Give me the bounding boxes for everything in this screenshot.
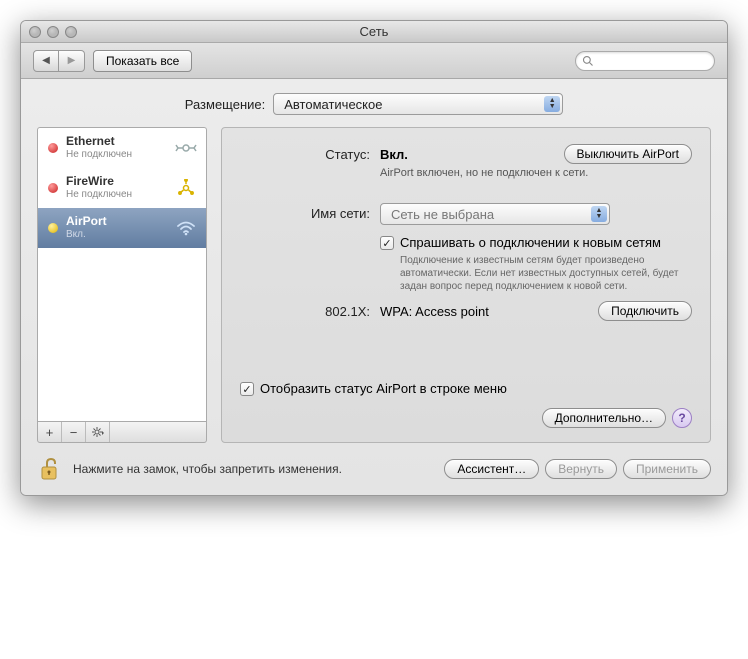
- service-sidebar: Ethernet Не подключен FireWire Не подклю…: [37, 127, 207, 443]
- status-dot-icon: [48, 183, 58, 193]
- service-item-airport[interactable]: AirPort Вкл.: [38, 208, 206, 248]
- advanced-button[interactable]: Дополнительно…: [542, 408, 666, 428]
- popup-arrows-icon: ▲▼: [544, 96, 560, 112]
- ask-join-checkbox[interactable]: ✓ Спрашивать о подключении к новым сетям…: [380, 235, 692, 293]
- service-name: Ethernet: [66, 135, 166, 149]
- lock-button[interactable]: [37, 455, 65, 483]
- ask-join-label: Спрашивать о подключении к новым сетям: [400, 235, 692, 250]
- location-label: Размещение:: [185, 97, 266, 112]
- search-input[interactable]: [575, 51, 715, 71]
- status-subtext: AirPort включен, но не подключен к сети.: [380, 167, 692, 179]
- location-row: Размещение: Автоматическое ▲▼: [37, 93, 711, 115]
- network-name-value: Сеть не выбрана: [391, 207, 494, 222]
- connect-button[interactable]: Подключить: [598, 301, 692, 321]
- checkbox-icon: ✓: [380, 236, 394, 250]
- lock-text: Нажмите на замок, чтобы запретить измене…: [73, 462, 436, 476]
- location-value: Автоматическое: [284, 97, 382, 112]
- service-list-footer: + −: [37, 421, 207, 443]
- add-service-button[interactable]: +: [38, 422, 62, 442]
- show-in-menu-checkbox[interactable]: ✓ Отобразить статус AirPort в строке мен…: [240, 381, 507, 396]
- network-name-popup[interactable]: Сеть не выбрана ▲▼: [380, 203, 610, 225]
- status-dot-icon: [48, 143, 58, 153]
- window-title: Сеть: [21, 24, 727, 39]
- help-button[interactable]: ?: [672, 408, 692, 428]
- 8021x-label: 802.1X:: [240, 301, 380, 319]
- assistant-button[interactable]: Ассистент…: [444, 459, 539, 479]
- network-name-label: Имя сети:: [240, 203, 380, 221]
- gear-icon: [91, 425, 105, 439]
- service-name: AirPort: [66, 215, 166, 229]
- footer: Нажмите на замок, чтобы запретить измене…: [37, 455, 711, 483]
- show-all-button[interactable]: Показать все: [93, 50, 192, 72]
- service-status: Не подключен: [66, 189, 166, 201]
- ethernet-icon: [174, 140, 198, 156]
- search-icon: [582, 55, 594, 67]
- service-list[interactable]: Ethernet Не подключен FireWire Не подклю…: [37, 127, 207, 421]
- service-item-firewire[interactable]: FireWire Не подключен: [38, 168, 206, 208]
- ask-join-help: Подключение к известным сетям будет прои…: [400, 254, 692, 293]
- detail-pane: Статус: Вкл. Выключить AirPort AirPort в…: [221, 127, 711, 443]
- service-status: Не подключен: [66, 149, 166, 161]
- service-status: Вкл.: [66, 229, 166, 241]
- popup-arrows-icon: ▲▼: [591, 206, 607, 222]
- firewire-icon: [174, 179, 198, 197]
- wifi-icon: [174, 220, 198, 236]
- prefs-window: Сеть ◀ ▶ Показать все Размещение: Автома…: [20, 20, 728, 496]
- service-name: FireWire: [66, 175, 166, 189]
- back-button[interactable]: ◀: [33, 50, 59, 72]
- service-action-button[interactable]: [86, 422, 110, 442]
- lock-open-icon: [40, 457, 62, 481]
- remove-service-button[interactable]: −: [62, 422, 86, 442]
- location-popup[interactable]: Автоматическое ▲▼: [273, 93, 563, 115]
- status-label: Статус:: [240, 144, 380, 162]
- service-item-ethernet[interactable]: Ethernet Не подключен: [38, 128, 206, 168]
- show-in-menu-label: Отобразить статус AirPort в строке меню: [260, 381, 507, 396]
- status-value: Вкл.: [380, 147, 408, 162]
- titlebar[interactable]: Сеть: [21, 21, 727, 43]
- status-dot-icon: [48, 223, 58, 233]
- forward-button[interactable]: ▶: [59, 50, 85, 72]
- toggle-airport-button[interactable]: Выключить AirPort: [564, 144, 692, 164]
- nav-segment: ◀ ▶: [33, 50, 85, 72]
- revert-button[interactable]: Вернуть: [545, 459, 617, 479]
- checkbox-icon: ✓: [240, 382, 254, 396]
- 8021x-value: WPA: Access point: [380, 304, 489, 319]
- apply-button[interactable]: Применить: [623, 459, 711, 479]
- body: Размещение: Автоматическое ▲▼ Ethernet Н…: [21, 79, 727, 495]
- toolbar: ◀ ▶ Показать все: [21, 43, 727, 79]
